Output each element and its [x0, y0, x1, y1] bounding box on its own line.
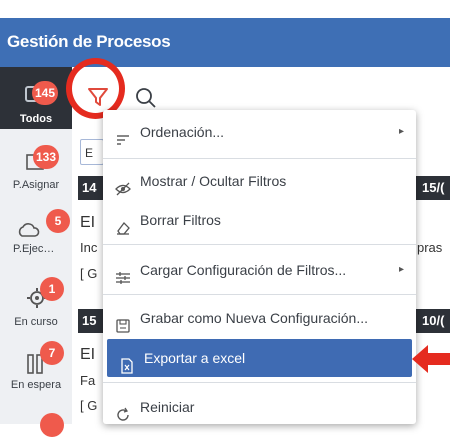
menu-item-label: Ordenación... [140, 124, 225, 140]
card-tag: [ G [80, 266, 98, 281]
menu-item-cargar-configuracion[interactable]: Cargar Configuración de Filtros... ▸ [103, 251, 416, 289]
sliders-icon [115, 262, 131, 284]
submenu-arrow-icon: ▸ [398, 126, 404, 137]
excel-file-icon [119, 350, 135, 374]
menu-item-label: Borrar Filtros [140, 212, 221, 228]
count-badge: 1 [40, 277, 64, 301]
sidebar-item-p-ejec[interactable]: 5 P.Ejec… [0, 191, 72, 255]
row-header: 10/( [416, 309, 450, 333]
menu-divider [103, 294, 416, 295]
card-tag: [ G [80, 398, 98, 413]
eraser-icon [115, 212, 131, 235]
app-header: Gestión de Procesos [0, 18, 450, 67]
menu-item-mostrar-ocultar-filtros[interactable]: Mostrar / Ocultar Filtros [103, 162, 416, 200]
menu-item-ordenacion[interactable]: Ordenación... ▸ [103, 113, 416, 151]
sidebar-item-en-espera[interactable]: 7 En espera [0, 319, 72, 399]
count-badge: 5 [46, 209, 70, 233]
card-title: EI [80, 214, 96, 231]
card-line: pras [417, 240, 443, 255]
sidebar-item-label: Todos [19, 113, 53, 125]
menu-item-label: Cargar Configuración de Filtros... [140, 262, 347, 278]
row-header: 15 [78, 309, 103, 333]
sidebar: 145 Todos 133 P.Asignar 5 P.Ejec… 1 En c… [0, 67, 73, 437]
annotation-arrow [410, 339, 450, 379]
eye-off-icon [115, 173, 131, 196]
menu-divider [103, 382, 416, 383]
row-header: 14 [78, 176, 103, 200]
menu-item-exportar-excel[interactable]: Exportar a excel [107, 339, 412, 377]
menu-item-label: Exportar a excel [144, 350, 246, 366]
refresh-icon [115, 399, 131, 421]
menu-item-reiniciar[interactable]: Reiniciar [103, 388, 416, 426]
card-title: EI [80, 346, 96, 363]
menu-divider [103, 244, 416, 245]
menu-item-grabar-configuracion[interactable]: Grabar como Nueva Configuración... [103, 299, 416, 337]
sort-icon [115, 124, 131, 145]
row-header: 15/( [416, 176, 450, 200]
sidebar-item-todos[interactable]: 145 Todos [0, 67, 72, 129]
card-line: Fa [80, 373, 96, 388]
count-badge [40, 413, 64, 437]
menu-item-borrar-filtros[interactable]: Borrar Filtros [103, 201, 416, 239]
cloud-icon [16, 217, 42, 243]
card-line: Inc [80, 240, 98, 255]
menu-item-label: Reiniciar [140, 399, 195, 415]
search-icon[interactable] [134, 86, 158, 110]
sidebar-item-label: En espera [10, 379, 62, 391]
menu-item-label: Grabar como Nueva Configuración... [140, 310, 368, 326]
count-badge: 145 [32, 81, 59, 105]
page-title: Gestión de Procesos [7, 32, 171, 51]
save-icon [115, 310, 131, 333]
options-menu: Ordenación... ▸ Mostrar / Ocultar Filtro… [103, 110, 416, 424]
sidebar-item-en-curso[interactable]: 1 En curso [0, 253, 72, 328]
count-badge: 7 [40, 341, 64, 365]
count-badge: 133 [33, 145, 60, 169]
filter-field[interactable]: E [80, 139, 104, 165]
menu-divider [103, 158, 416, 159]
sidebar-item-p-asignar[interactable]: 133 P.Asignar [0, 129, 72, 191]
menu-item-label: Mostrar / Ocultar Filtros [140, 173, 287, 189]
submenu-arrow-icon: ▸ [398, 264, 404, 275]
